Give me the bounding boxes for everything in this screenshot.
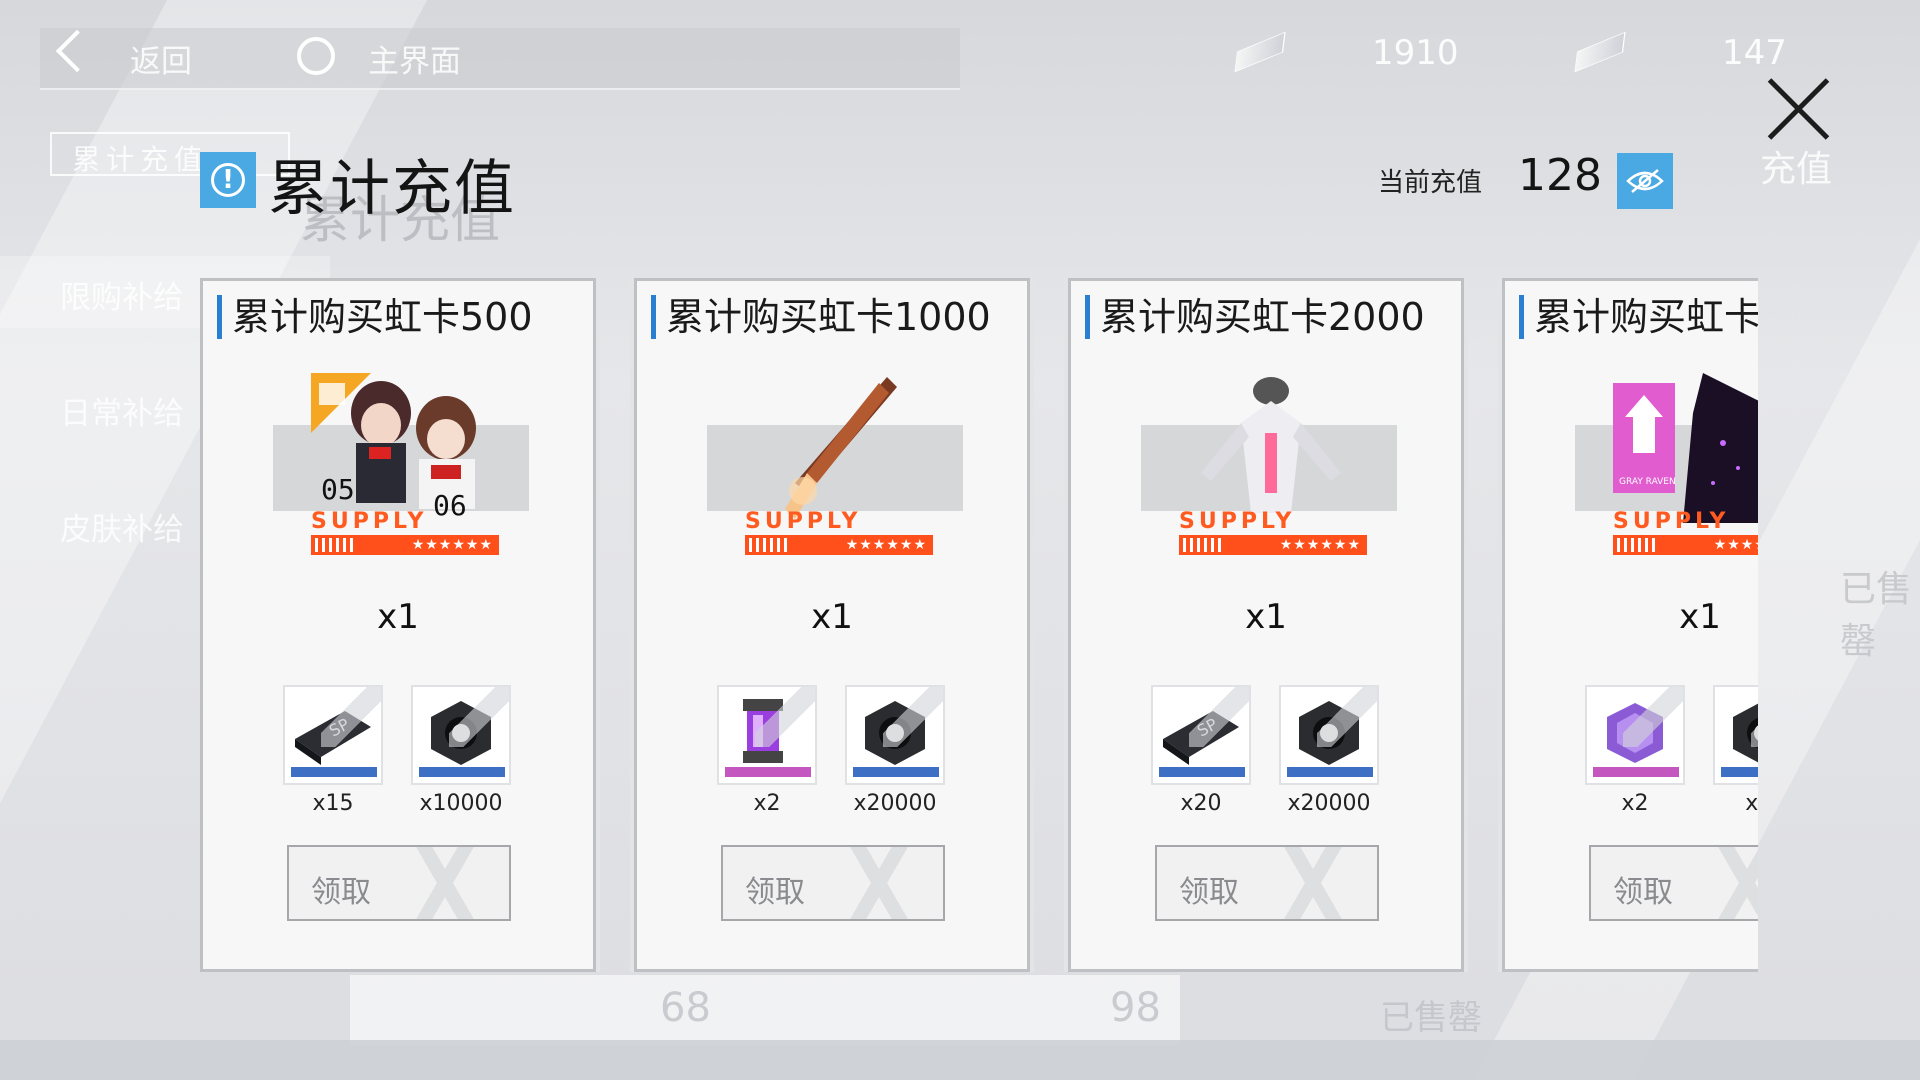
black-card-icon xyxy=(1574,31,1626,73)
rarity-strip xyxy=(853,767,939,777)
rarity-bar: ★★★★★★ xyxy=(311,535,499,555)
sidebar-item-label[interactable]: 日常补给 xyxy=(60,388,184,433)
home-icon[interactable] xyxy=(297,37,335,75)
item-qty: x10000 xyxy=(419,791,503,816)
rarity-stars: ★★★★★★ xyxy=(411,537,493,553)
main-reward-coating[interactable]: GRAY RAVEN SUPPLY ★★★★★★ xyxy=(1575,373,1758,569)
sidebar-item-label: 限购补给 xyxy=(60,280,184,316)
item-slot[interactable] xyxy=(411,685,511,785)
item-slot[interactable] xyxy=(1585,685,1685,785)
item-qty: x20000 xyxy=(853,791,937,816)
item-qty: x20 xyxy=(1180,791,1222,816)
bg-bottom-strip xyxy=(0,1040,1920,1080)
claim-button-label: 领取 xyxy=(311,875,371,910)
claim-button[interactable]: 领取 xyxy=(721,845,945,921)
item-slot[interactable] xyxy=(1279,685,1379,785)
bg-price: 68 xyxy=(660,985,711,1031)
main-reward-qty: x1 xyxy=(811,597,853,637)
home-label[interactable]: 主界面 xyxy=(368,36,461,81)
reward-card: 累计购买虹卡1000 SUPPLY ★★★★★★ x1 x2 x20000 领取 xyxy=(634,278,1030,972)
rarity-bar: ★★★★★★ xyxy=(1613,535,1758,555)
pack-number: 05 xyxy=(321,473,355,506)
card-title: 累计购买虹卡3 xyxy=(1519,295,1758,339)
rarity-stars: ★★★★★★ xyxy=(1279,537,1361,553)
reward-card: 累计购买虹卡3 GRAY RAVEN SUPPLY ★★★★★★ x1 x2 xyxy=(1502,278,1758,972)
main-reward-qty: x1 xyxy=(377,597,419,637)
bg-header-right: 充值 xyxy=(1760,149,1833,190)
close-button[interactable] xyxy=(1762,72,1836,146)
reward-cards-scroller[interactable]: 累计购买虹卡500 05 06 SUPPLY ★★★★★★ x1 SP x15 … xyxy=(200,278,1758,972)
supply-label: SUPPLY xyxy=(1179,509,1296,534)
svg-text:SP: SP xyxy=(1194,714,1221,740)
bg-sold-out: 已售罄 xyxy=(1840,569,1913,662)
item-slot[interactable] xyxy=(717,685,817,785)
bg-sold-out: 已售罄 xyxy=(1380,998,1482,1038)
item-slot[interactable]: SP xyxy=(1151,685,1251,785)
eye-hidden-icon xyxy=(1626,169,1664,193)
rarity-strip xyxy=(1159,767,1245,777)
svg-text:SP: SP xyxy=(326,714,353,740)
reward-card: 累计购买虹卡500 05 06 SUPPLY ★★★★★★ x1 SP x15 … xyxy=(200,278,596,972)
main-reward-qty: x1 xyxy=(1679,597,1721,637)
supply-label: SUPPLY xyxy=(311,509,428,534)
claim-button-label: 领取 xyxy=(1613,875,1673,910)
supply-label: SUPPLY xyxy=(1613,509,1730,534)
rarity-stars: ★★★★★★ xyxy=(1713,537,1758,553)
rarity-stars: ★★★★★★ xyxy=(845,537,927,553)
rarity-bar: ★★★★★★ xyxy=(1179,535,1367,555)
coating-brand: GRAY RAVEN xyxy=(1619,477,1676,487)
rarity-strip xyxy=(1593,767,1679,777)
item-slot[interactable]: SP xyxy=(283,685,383,785)
rarity-strip xyxy=(1721,767,1758,777)
rarity-strip xyxy=(291,767,377,777)
item-qty: x2( xyxy=(1745,791,1758,816)
card-title: 累计购买虹卡2000 xyxy=(1085,295,1425,339)
card-title: 累计购买虹卡1000 xyxy=(651,295,991,339)
main-reward-weapon[interactable]: SUPPLY ★★★★★★ xyxy=(707,373,963,569)
claim-button-label: 领取 xyxy=(1179,875,1239,910)
claim-button[interactable]: 领取 xyxy=(1589,845,1758,921)
info-icon[interactable]: ! xyxy=(200,152,256,208)
reward-card: 累计购买虹卡2000 SUPPLY ★★★★★★ x1 SP x20 x2000… xyxy=(1068,278,1464,972)
item-qty: x15 xyxy=(312,791,354,816)
item-slot[interactable] xyxy=(1713,685,1758,785)
modal-title: 累计充值 xyxy=(268,154,516,224)
rarity-strip xyxy=(419,767,505,777)
rarity-strip xyxy=(725,767,811,777)
sidebar-item-label[interactable]: 皮肤补给 xyxy=(60,504,184,549)
claim-button[interactable]: 领取 xyxy=(1155,845,1379,921)
bg-tab-label: 累计充值 xyxy=(72,143,209,176)
item-qty: x2 xyxy=(753,791,781,816)
rarity-bar: ★★★★★★ xyxy=(745,535,933,555)
current-recharge-label: 当前充值 xyxy=(1378,168,1483,198)
current-recharge-value: 128 xyxy=(1518,150,1602,201)
card-title: 累计购买虹卡500 xyxy=(217,295,533,339)
resource-2-count: 147 xyxy=(1722,33,1787,73)
dark-coating-icon xyxy=(1613,373,1758,523)
item-qty: x2 xyxy=(1621,791,1649,816)
claim-button[interactable]: 领取 xyxy=(287,845,511,921)
back-label[interactable]: 返回 xyxy=(130,36,192,81)
resource-1-count: 1910 xyxy=(1372,33,1459,73)
pack-number: 06 xyxy=(433,489,467,522)
rainbow-card-icon xyxy=(1234,31,1286,73)
bg-price: 98 xyxy=(1110,985,1161,1031)
claim-button-label: 领取 xyxy=(745,875,805,910)
main-reward-armor[interactable]: SUPPLY ★★★★★★ xyxy=(1141,373,1397,569)
rarity-strip xyxy=(1287,767,1373,777)
main-reward-qty: x1 xyxy=(1245,597,1287,637)
main-reward-character-pack[interactable]: 05 06 SUPPLY ★★★★★★ xyxy=(273,373,529,569)
white-armor-icon xyxy=(1201,377,1341,513)
bg-shop-tile xyxy=(350,975,800,1045)
hide-toggle-button[interactable] xyxy=(1617,153,1673,209)
item-qty: x20000 xyxy=(1287,791,1371,816)
supply-label: SUPPLY xyxy=(745,509,862,534)
item-slot[interactable] xyxy=(845,685,945,785)
blade-weapon-icon xyxy=(785,377,897,519)
